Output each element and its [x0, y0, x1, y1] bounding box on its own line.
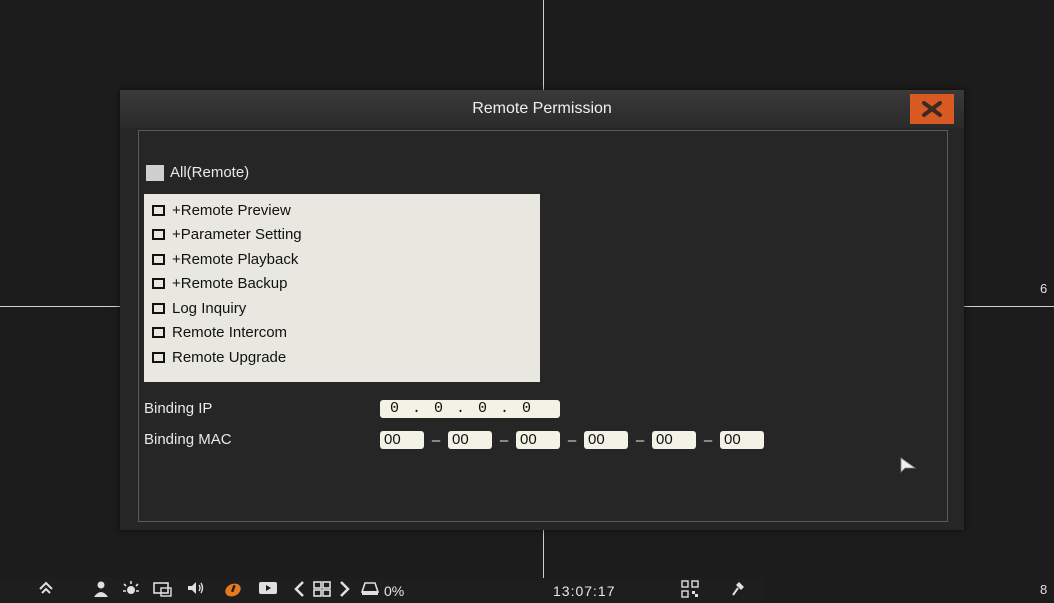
user-button[interactable] [92, 580, 110, 598]
binding-mac-label: Binding MAC [144, 431, 232, 448]
previous-page-button[interactable] [292, 580, 306, 598]
mac-separator: – [703, 431, 713, 449]
mac-segment-input[interactable]: 00 [584, 431, 628, 449]
permission-list: +Remote Preview +Parameter Setting +Remo… [144, 194, 540, 382]
mac-separator: – [431, 431, 441, 449]
checkbox-icon [152, 253, 165, 265]
pin-button[interactable] [730, 580, 748, 598]
grid-divider [543, 0, 544, 92]
mac-separator: – [499, 431, 509, 449]
permission-remote-backup[interactable]: +Remote Backup [144, 272, 540, 297]
hdd-icon [360, 582, 380, 595]
permission-label: Remote Upgrade [172, 348, 287, 366]
speaker-icon [188, 582, 204, 594]
grid-divider [0, 306, 120, 307]
user-icon [94, 581, 108, 597]
grid-divider [543, 528, 544, 578]
mac-segment-input[interactable]: 00 [652, 431, 696, 449]
home-menu-button[interactable] [38, 580, 54, 596]
pin-icon [732, 582, 744, 596]
all-remote-checkbox[interactable]: All(Remote) [146, 164, 249, 181]
mac-separator: – [635, 431, 645, 449]
permission-parameter-setting[interactable]: +Parameter Setting [144, 223, 540, 248]
home-icon [39, 581, 53, 594]
permission-remote-intercom[interactable]: Remote Intercom [144, 321, 540, 346]
binding-ip-label: Binding IP [144, 400, 213, 417]
alert-icon [225, 583, 241, 597]
clock-text: 13:07:17 [553, 583, 616, 599]
mouse-cursor-icon [900, 457, 917, 473]
mac-separator: – [567, 431, 577, 449]
all-remote-label: All(Remote) [170, 164, 250, 181]
remote-permission-dialog: Remote Permission All(Remote) +Remote Pr… [120, 90, 964, 530]
motion-button[interactable] [122, 580, 140, 598]
checkbox-icon [152, 204, 165, 216]
close-icon [922, 101, 942, 117]
play-icon [259, 582, 277, 594]
layout-button[interactable] [312, 580, 332, 598]
checkbox-icon [152, 302, 165, 314]
grid-layout-icon [313, 581, 331, 597]
qr-code-button[interactable] [680, 580, 700, 598]
mac-segment-input[interactable]: 00 [380, 431, 424, 449]
qr-code-icon [681, 580, 699, 598]
channel-number: 6 [1040, 281, 1048, 296]
checkbox-icon [152, 351, 165, 363]
checkbox-icon [152, 229, 165, 241]
permission-log-inquiry[interactable]: Log Inquiry [144, 296, 540, 321]
dialog-title: Remote Permission [472, 100, 612, 117]
permission-label: +Remote Preview [172, 201, 291, 219]
binding-mac-input-group: 00 – 00 – 00 – 00 – 00 – 00 [380, 431, 764, 449]
channel-number: 8 [1040, 582, 1048, 597]
checkbox-icon [152, 278, 165, 290]
alarm-button[interactable] [222, 580, 244, 598]
sun-icon [123, 581, 139, 594]
audio-button[interactable] [186, 580, 206, 596]
permission-label: Remote Intercom [172, 324, 288, 342]
permission-label: +Parameter Setting [172, 226, 302, 244]
mac-segment-input[interactable]: 00 [448, 431, 492, 449]
permission-label: +Remote Backup [172, 275, 288, 293]
permission-remote-preview[interactable]: +Remote Preview [144, 198, 540, 223]
grid-divider [963, 306, 1054, 307]
chevron-right-icon [340, 581, 350, 597]
monitor-icon [153, 582, 172, 597]
playback-button[interactable] [258, 580, 278, 596]
chevron-left-icon [294, 581, 304, 597]
mac-segment-input[interactable]: 00 [516, 431, 560, 449]
checkbox-icon [146, 164, 164, 181]
checkbox-icon [152, 327, 165, 339]
hdd-usage-text: 0% [384, 583, 405, 599]
taskbar [0, 578, 764, 603]
display-button[interactable] [152, 580, 174, 598]
permission-label: +Remote Playback [172, 250, 299, 268]
mac-segment-input[interactable]: 00 [720, 431, 764, 449]
hdd-status-button[interactable] [360, 580, 380, 596]
next-page-button[interactable] [338, 580, 352, 598]
binding-ip-input[interactable]: 0 . 0 . 0 . 0 [380, 400, 560, 418]
permission-remote-upgrade[interactable]: Remote Upgrade [144, 345, 540, 370]
permission-label: Log Inquiry [172, 299, 247, 317]
dialog-titlebar: Remote Permission [120, 90, 964, 128]
permission-remote-playback[interactable]: +Remote Playback [144, 247, 540, 272]
close-button[interactable] [910, 94, 954, 124]
